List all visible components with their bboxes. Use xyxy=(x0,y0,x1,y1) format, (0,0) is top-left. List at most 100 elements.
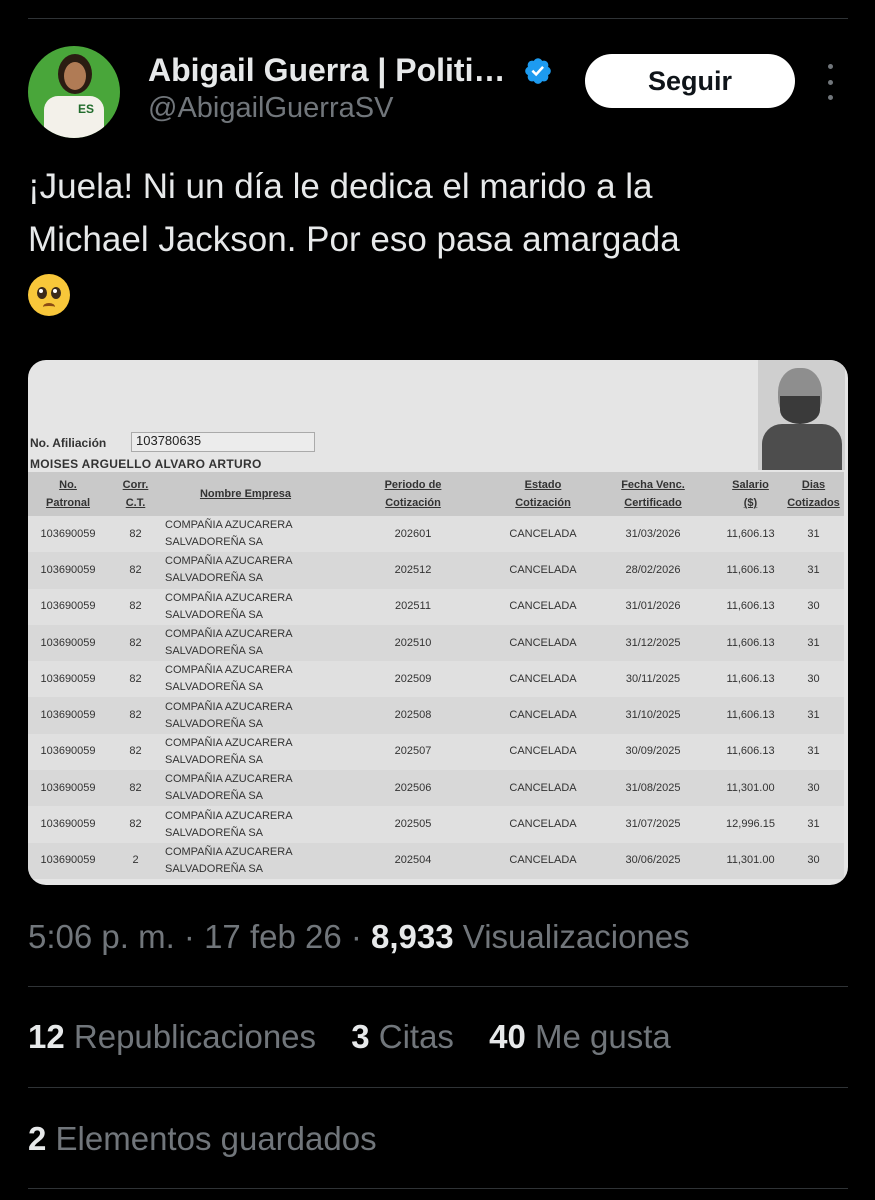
views-count: 8,933 xyxy=(371,918,454,955)
cell-dias: 31 xyxy=(783,806,844,843)
cell-corr: 2 xyxy=(108,842,163,879)
cell-corr: 82 xyxy=(108,588,163,625)
avatar-face xyxy=(64,62,86,90)
table-row: 103690059 82 COMPAÑIA AZUCARERA SALVADORE… xyxy=(28,624,844,662)
cell-empresa: COMPAÑIA AZUCARERA SALVADOREÑA SA xyxy=(163,842,328,879)
insured-person-name: MOISES ARGUELLO ALVARO ARTURO xyxy=(30,457,262,471)
cell-corr: 82 xyxy=(108,516,163,553)
person-photo xyxy=(758,360,845,470)
cell-fecha: 31/10/2025 xyxy=(588,697,718,734)
cell-dias: 31 xyxy=(783,552,844,589)
tweet-text: ¡Juela! Ni un día le dedica el marido a … xyxy=(28,160,848,319)
cell-salario: 11,606.13 xyxy=(718,733,783,771)
divider xyxy=(28,986,848,987)
tweet-timestamp-views: 5:06 p. m. · 17 feb 26 · 8,933 Visualiza… xyxy=(28,918,690,956)
cell-periodo: 202505 xyxy=(328,806,498,843)
pleading-face-emoji-icon xyxy=(28,273,70,316)
cell-dias: 31 xyxy=(783,697,844,734)
cell-patronal: 103690059 xyxy=(28,770,108,807)
cell-empresa: COMPAÑIA AZUCARERA SALVADOREÑA SA xyxy=(163,733,328,771)
cell-patronal: 103690059 xyxy=(28,624,108,662)
reposts-stat[interactable]: 12 Republicaciones xyxy=(28,1018,316,1055)
verified-badge-icon xyxy=(525,58,551,84)
cell-empresa: COMPAÑIA AZUCARERA SALVADOREÑA SA xyxy=(163,661,328,698)
author-handle[interactable]: @AbigailGuerraSV xyxy=(148,92,393,125)
cell-salario: 11,606.13 xyxy=(718,697,783,734)
table-row: 103690059 2 COMPAÑIA AZUCARERA SALVADOREÑ… xyxy=(28,842,844,879)
likes-stat[interactable]: 40 Me gusta xyxy=(489,1018,671,1055)
cell-patronal: 103690059 xyxy=(28,806,108,843)
cell-corr: 82 xyxy=(108,770,163,807)
cell-estado: CANCELADA xyxy=(498,842,588,879)
cell-patronal: 103690059 xyxy=(28,661,108,698)
cell-fecha: 31/12/2025 xyxy=(588,624,718,662)
author-display-name[interactable]: Abigail Guerra | Politi… xyxy=(148,52,505,89)
follow-button[interactable]: Seguir xyxy=(585,54,795,108)
cell-estado: CANCELADA xyxy=(498,552,588,589)
cell-empresa: COMPAÑIA AZUCARERA SALVADOREÑA SA xyxy=(163,552,328,589)
cell-dias: 30 xyxy=(783,842,844,879)
table-header-row: No. Patronal Corr. C.T. Nombre Empresa Per… xyxy=(28,472,844,516)
top-divider xyxy=(28,18,848,19)
cell-fecha: 31/08/2025 xyxy=(588,770,718,807)
cell-estado: CANCELADA xyxy=(498,516,588,553)
cell-estado: CANCELADA xyxy=(498,770,588,807)
cell-corr: 82 xyxy=(108,661,163,698)
bookmarks-stat[interactable]: 2 Elementos guardados xyxy=(28,1120,377,1158)
table-row: 103690059 82 COMPAÑIA AZUCARERA SALVADORE… xyxy=(28,697,844,734)
header-patronal: No. Patronal xyxy=(28,472,108,516)
divider xyxy=(28,1188,848,1189)
cell-estado: CANCELADA xyxy=(498,806,588,843)
cell-salario: 11,606.13 xyxy=(718,624,783,662)
cell-periodo: 202508 xyxy=(328,697,498,734)
cell-estado: CANCELADA xyxy=(498,733,588,771)
table-row: 103690059 82 COMPAÑIA AZUCARERA SALVADORE… xyxy=(28,770,844,807)
afiliacion-label: No. Afiliación xyxy=(30,436,107,450)
cell-empresa: COMPAÑIA AZUCARERA SALVADOREÑA SA xyxy=(163,697,328,734)
afiliacion-field: 103780635 xyxy=(131,432,315,452)
cell-periodo: 202504 xyxy=(328,842,498,879)
cell-dias: 30 xyxy=(783,661,844,698)
cell-periodo: 202507 xyxy=(328,733,498,771)
cell-corr: 82 xyxy=(108,552,163,589)
cell-corr: 82 xyxy=(108,733,163,771)
cell-estado: CANCELADA xyxy=(498,588,588,625)
cell-periodo: 202511 xyxy=(328,588,498,625)
header-empresa: Nombre Empresa xyxy=(163,472,328,516)
cell-corr: 82 xyxy=(108,697,163,734)
cell-empresa: COMPAÑIA AZUCARERA SALVADOREÑA SA xyxy=(163,588,328,625)
cell-dias: 31 xyxy=(783,733,844,771)
cell-patronal: 103690059 xyxy=(28,697,108,734)
cell-corr: 82 xyxy=(108,806,163,843)
cell-salario: 11,606.13 xyxy=(718,588,783,625)
table-row: 103690059 82 COMPAÑIA AZUCARERA SALVADORE… xyxy=(28,516,844,553)
cell-salario: 11,301.00 xyxy=(718,842,783,879)
avatar-shirt-text: ES xyxy=(78,102,95,116)
cell-patronal: 103690059 xyxy=(28,552,108,589)
cell-fecha: 31/03/2026 xyxy=(588,516,718,553)
cell-estado: CANCELADA xyxy=(498,661,588,698)
cell-salario: 11,606.13 xyxy=(718,661,783,698)
engagement-stats: 12 Republicaciones 3 Citas 40 Me gusta xyxy=(28,1018,697,1056)
table-row: 103690059 82 COMPAÑIA AZUCARERA SALVADORE… xyxy=(28,806,844,843)
cell-fecha: 31/01/2026 xyxy=(588,588,718,625)
tweet-timestamp[interactable]: 5:06 p. m. · 17 feb 26 · xyxy=(28,918,371,955)
attached-image[interactable]: No. Afiliación 103780635 MOISES ARGUELLO… xyxy=(28,360,848,885)
cell-periodo: 202512 xyxy=(328,552,498,589)
cell-patronal: 103690059 xyxy=(28,842,108,879)
author-avatar[interactable]: ES xyxy=(28,46,120,138)
cell-salario: 11,606.13 xyxy=(718,552,783,589)
cell-estado: CANCELADA xyxy=(498,624,588,662)
header-fecha: Fecha Venc. Certificado xyxy=(588,472,718,516)
cell-empresa: COMPAÑIA AZUCARERA SALVADOREÑA SA xyxy=(163,770,328,807)
header-estado: Estado Cotización xyxy=(498,472,588,516)
cell-dias: 31 xyxy=(783,624,844,662)
header-corr: Corr. C.T. xyxy=(108,472,163,516)
quotes-stat[interactable]: 3 Citas xyxy=(351,1018,454,1055)
views-label: Visualizaciones xyxy=(453,918,690,955)
cell-fecha: 30/09/2025 xyxy=(588,733,718,771)
cell-corr: 82 xyxy=(108,624,163,662)
cell-dias: 30 xyxy=(783,588,844,625)
cell-periodo: 202601 xyxy=(328,516,498,553)
more-options-icon[interactable] xyxy=(818,64,842,100)
